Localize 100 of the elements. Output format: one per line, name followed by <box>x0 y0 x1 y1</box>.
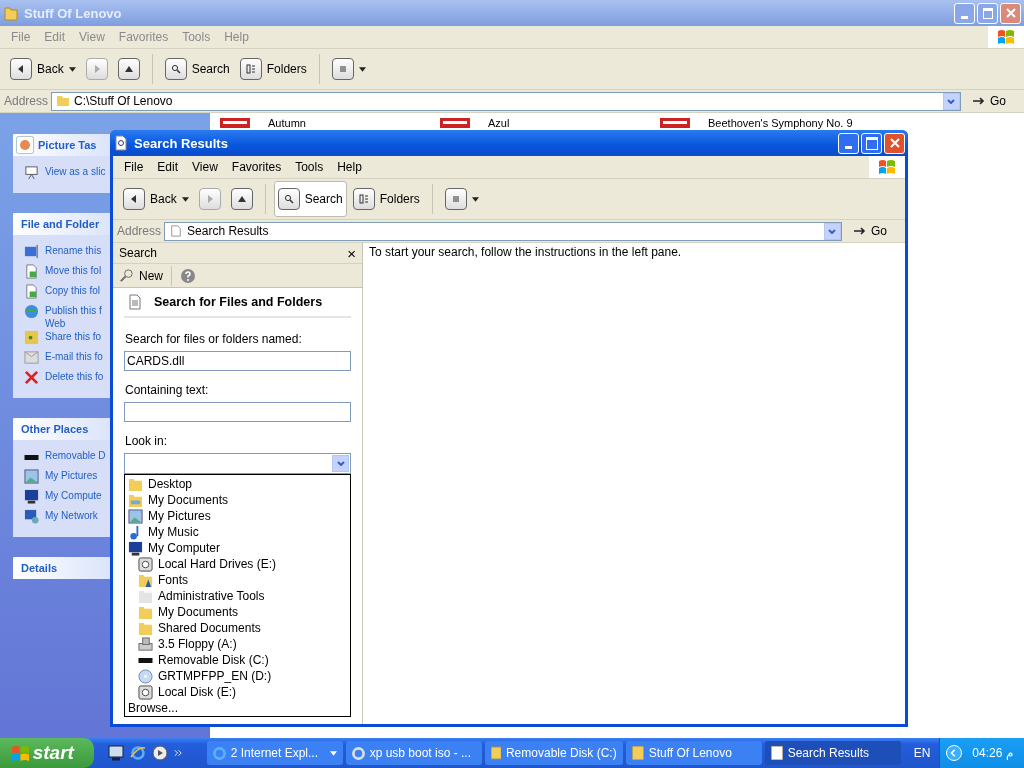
people-icon <box>24 330 39 345</box>
picture-icon <box>24 469 39 484</box>
task-panel-header[interactable]: Other Places <box>13 418 110 440</box>
task-link[interactable]: Move this fol <box>45 264 102 277</box>
close-button[interactable] <box>884 132 905 154</box>
task-link[interactable]: View as a slic <box>45 165 106 178</box>
chevron-icon[interactable] <box>946 745 963 761</box>
file-name[interactable]: Autumn <box>268 116 306 129</box>
taskbar-button[interactable]: xp usb boot iso - ... <box>345 741 482 765</box>
dropdown-option[interactable]: GRTMPFPP_EN (D:) <box>158 669 272 683</box>
task-link[interactable]: Removable D <box>45 449 106 462</box>
back-button[interactable]: Back <box>119 184 193 214</box>
task-link[interactable]: My Network <box>45 509 98 522</box>
browser-icon[interactable] <box>129 745 146 761</box>
arrow-left-icon <box>16 64 26 74</box>
arrow-right-icon <box>853 227 866 235</box>
caret-icon <box>329 750 337 756</box>
new-search-button[interactable]: New <box>113 265 172 286</box>
folders-button[interactable]: Folders <box>348 184 424 214</box>
menu-item[interactable]: Help <box>330 160 369 174</box>
search-page-icon <box>114 135 128 151</box>
dropdown-option[interactable]: My Documents <box>158 605 239 619</box>
close-icon <box>889 138 900 148</box>
taskbar-button[interactable]: 2 Internet Expl... <box>206 741 343 765</box>
chevron-icon[interactable] <box>173 749 183 757</box>
dropdown-option[interactable]: Desktop <box>148 477 193 491</box>
address-field[interactable]: C:\Stuff Of Lenovo <box>51 91 961 111</box>
address-field[interactable]: Search Results <box>164 221 842 241</box>
task-panel-header[interactable]: File and Folder <box>13 213 110 235</box>
maximize-button[interactable] <box>861 132 882 154</box>
dropdown-option[interactable]: Administrative Tools <box>158 589 265 603</box>
taskbar-button[interactable]: Stuff Of Lenovo <box>625 741 762 765</box>
folder-icon <box>128 492 143 508</box>
go-button[interactable]: Go <box>845 224 901 238</box>
menu-item[interactable]: Tools <box>288 160 331 174</box>
windows-logo <box>988 26 1024 48</box>
clock: 04:26 م <box>972 746 1013 760</box>
menu-item[interactable]: Edit <box>150 160 186 174</box>
file-name[interactable]: Beethoven's Symphony No. 9 <box>708 116 853 129</box>
dropdown-option[interactable]: Local Disk (E:) <box>158 685 237 699</box>
taskbar-button[interactable]: Removable Disk (C:) <box>484 741 623 765</box>
chevron-down-icon <box>336 461 345 466</box>
task-link[interactable]: Delete this fo <box>45 370 104 383</box>
field-label: Containing text: <box>125 383 210 397</box>
help-icon[interactable] <box>180 267 196 284</box>
monitor-icon <box>128 540 143 556</box>
document-icon <box>128 294 142 310</box>
arrow-up-icon <box>123 64 134 74</box>
instruction-text: To start your search, follow the instructions in the left pane. <box>369 245 682 259</box>
back-button[interactable]: Back <box>6 54 80 84</box>
dropdown-option[interactable]: My Documents <box>148 493 229 507</box>
dropdown-option[interactable]: My Pictures <box>148 509 211 523</box>
dropdown-option[interactable]: Browse... <box>128 701 178 715</box>
file-name[interactable]: Azul <box>488 116 510 129</box>
dropdown-option[interactable]: Shared Documents <box>158 621 261 635</box>
task-link[interactable]: E-mail this fo <box>45 350 103 363</box>
cross-icon <box>24 370 39 385</box>
chevron-down-icon <box>828 228 837 234</box>
folders-button[interactable]: Folders <box>235 54 311 84</box>
dropdown-option[interactable]: Fonts <box>158 573 188 587</box>
dropdown-option[interactable]: Removable Disk (C:) <box>158 653 269 667</box>
input-field[interactable]: CARDS.dll <box>124 351 351 371</box>
dropdown-option[interactable]: Local Hard Drives (E:) <box>158 557 277 571</box>
menu-item[interactable]: View <box>185 160 225 174</box>
menu-item[interactable]: File <box>117 160 151 174</box>
folder-icon <box>4 5 18 21</box>
media-player-icon[interactable] <box>151 745 168 761</box>
minimize-button[interactable] <box>838 132 859 154</box>
address-label: Address <box>4 94 49 108</box>
dropdown-option[interactable]: My Computer <box>148 541 221 555</box>
task-link[interactable]: Publish this f Web <box>45 304 102 330</box>
close-button[interactable]: × <box>347 244 356 262</box>
menu-item[interactable]: Favorites <box>224 160 289 174</box>
views-icon <box>337 64 348 74</box>
dropdown-field[interactable] <box>124 453 351 474</box>
window-title: Stuff Of Lenovo <box>24 5 123 21</box>
task-link[interactable]: Copy this fol <box>45 284 101 297</box>
dropdown-option[interactable]: My Music <box>148 525 199 539</box>
go-button[interactable]: Go <box>964 94 1020 108</box>
folder-icon <box>138 604 153 620</box>
task-link[interactable]: My Compute <box>45 489 102 502</box>
taskbar-button[interactable]: Search Results <box>764 741 901 765</box>
folder-icon <box>631 746 644 760</box>
desktop-icon[interactable] <box>107 745 124 761</box>
task-panel-header[interactable]: Picture Tas <box>13 134 110 156</box>
language-indicator[interactable]: EN <box>913 746 940 760</box>
task-link[interactable]: My Pictures <box>45 469 98 482</box>
input-field[interactable] <box>124 402 351 422</box>
task-link[interactable]: Share this fo <box>45 330 102 343</box>
search-button[interactable]: Search <box>273 181 347 217</box>
monitor-icon <box>24 489 39 504</box>
search-button[interactable]: Search <box>160 54 234 84</box>
chevron-down-icon <box>947 98 956 104</box>
field-label: Look in: <box>125 434 169 448</box>
dropdown-option[interactable]: 3.5 Floppy (A:) <box>158 637 237 651</box>
folders-icon <box>358 194 369 204</box>
search-icon <box>283 194 294 204</box>
task-panel-header[interactable]: Details <box>13 557 110 579</box>
cd-icon <box>138 668 153 684</box>
task-link[interactable]: Rename this <box>45 244 102 257</box>
